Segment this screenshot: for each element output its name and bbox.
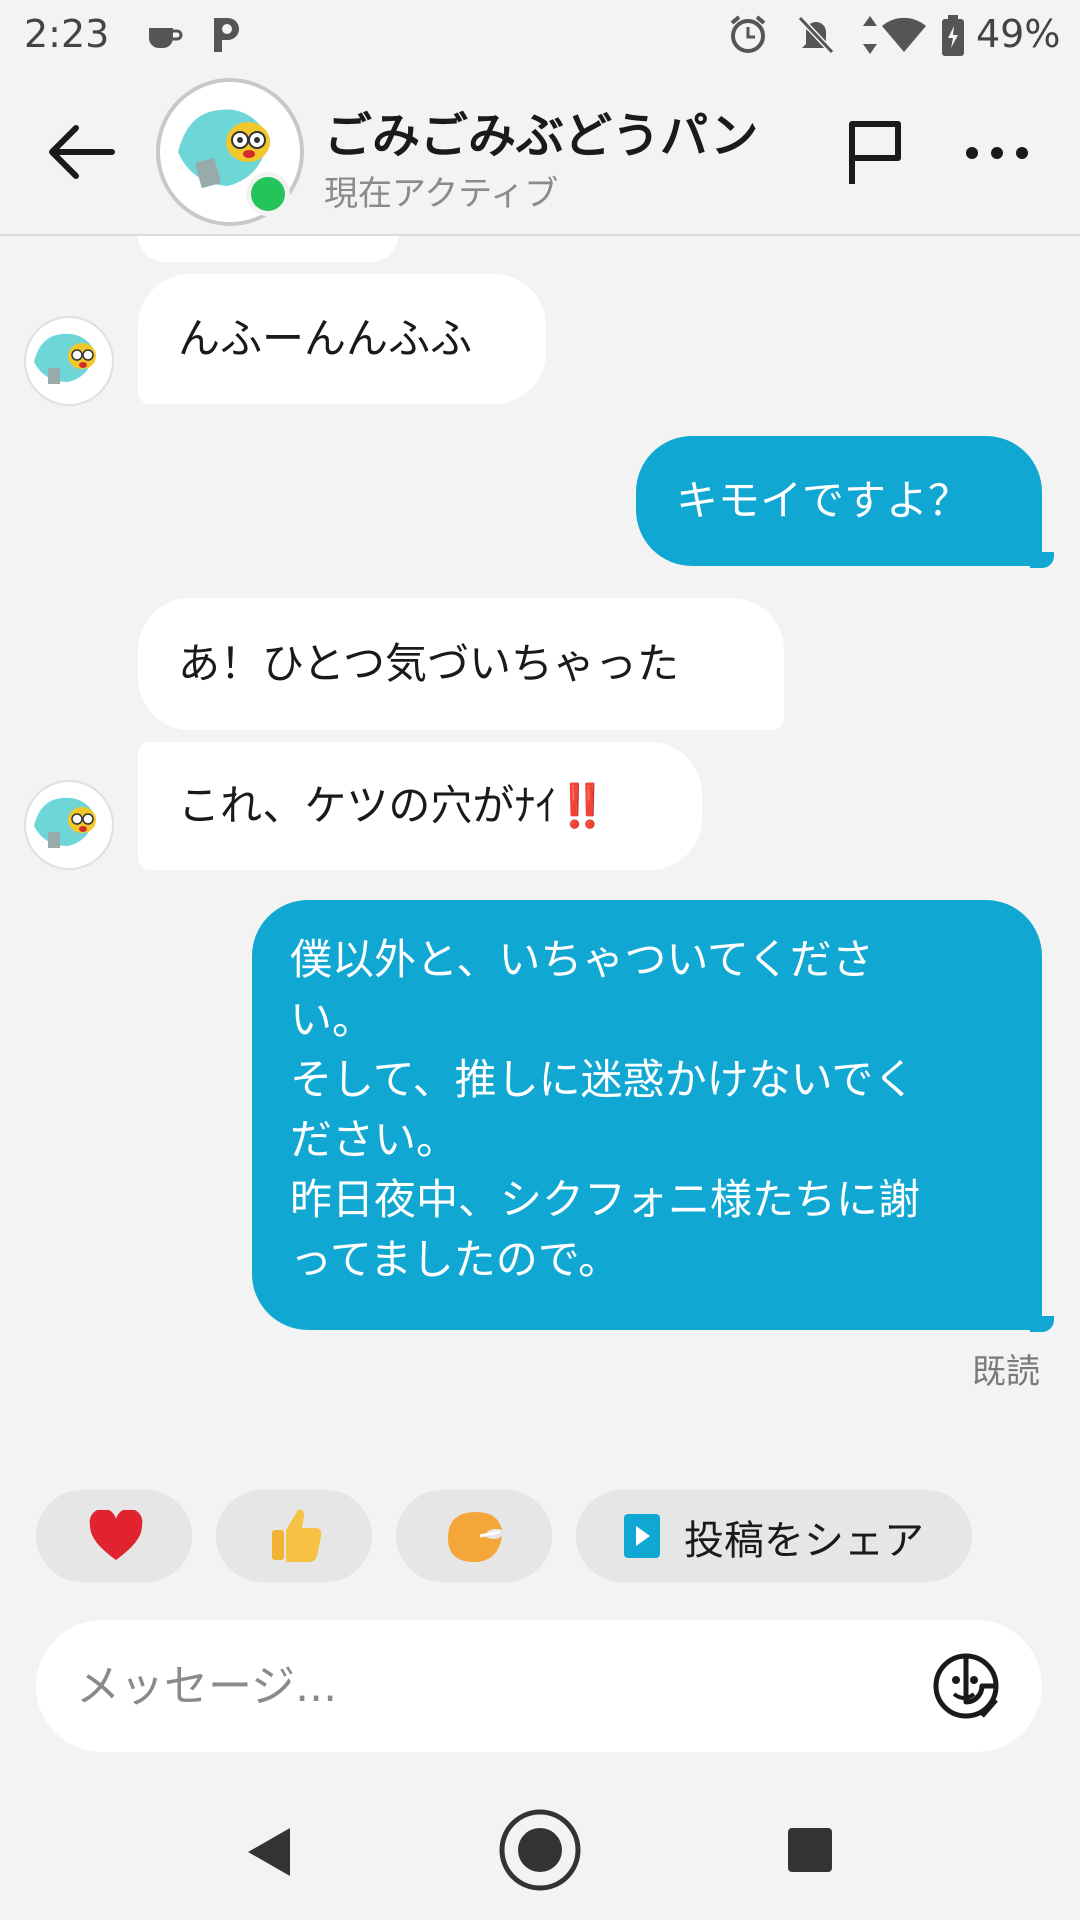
contact-name[interactable]: ごみごみぶどうパン <box>324 96 758 166</box>
message-line: ださい。 <box>290 1115 459 1164</box>
bubble-tail <box>1030 552 1054 568</box>
message-line: 僕以外と、いちゃついてくださ <box>290 935 874 984</box>
message-bubble-incoming[interactable]: んふーんんふふ <box>138 274 546 404</box>
message-text: んふーんんふふ <box>178 314 473 363</box>
nav-home-icon[interactable] <box>496 1806 584 1894</box>
more-options-icon[interactable] <box>962 138 1032 168</box>
reaction-thumbs-up-button[interactable] <box>216 1490 372 1582</box>
message-line: 昨日夜中、シクフォニ様たちに謝 <box>290 1175 921 1224</box>
battery-icon <box>942 15 964 56</box>
data-arrows-icon <box>863 16 877 54</box>
fortune-cookie-icon <box>448 1512 502 1562</box>
status-time: 2:23 <box>24 12 110 56</box>
message-bubble-incoming[interactable]: あ！ひとつ気づいちゃった <box>138 598 784 730</box>
message-line: そして、推しに迷惑かけないでく <box>290 1055 916 1104</box>
message-text: あ！ひとつ気づいちゃった <box>178 639 680 688</box>
back-arrow-icon[interactable] <box>46 122 116 182</box>
battery-percent: 49% <box>976 12 1061 56</box>
message-line: ってましたので。 <box>290 1235 621 1284</box>
share-post-icon <box>624 1514 660 1558</box>
contact-status: 現在アクティブ <box>324 174 559 214</box>
wifi-icon <box>882 17 926 52</box>
read-receipt: 既読 <box>972 1352 1040 1392</box>
reaction-fortune-cookie-button[interactable] <box>396 1490 552 1582</box>
sender-avatar[interactable] <box>24 780 114 870</box>
message-line: い。 <box>290 995 375 1044</box>
bubble-tail <box>1030 1316 1054 1332</box>
message-text: キモイですよ？ <box>676 476 971 525</box>
message-input[interactable] <box>36 1620 1042 1752</box>
nav-recents-icon[interactable] <box>786 1826 834 1874</box>
system-nav-bar <box>0 1790 1080 1920</box>
avatar-illustration-icon <box>34 797 96 848</box>
coffee-icon <box>149 28 183 48</box>
share-post-label: 投稿をシェア <box>684 1518 924 1564</box>
sender-avatar[interactable] <box>24 316 114 406</box>
online-indicator <box>246 172 290 216</box>
avatar-illustration-icon <box>34 333 96 384</box>
chat-header: ごみごみぶどうパン 現在アクティブ <box>0 74 1080 236</box>
message-bubble-incoming[interactable]: これ、ケツの穴がﾅｲ‼️ <box>138 742 702 870</box>
message-bubble-outgoing[interactable]: キモイですよ？ <box>636 436 1042 566</box>
thumbs-up-icon <box>272 1509 322 1562</box>
heart-icon <box>89 1510 143 1560</box>
status-bar: 2:23 49% <box>0 0 1080 74</box>
message-text: これ、ケツの穴がﾅｲ‼️ <box>178 781 609 830</box>
message-bubble-partial <box>138 236 398 262</box>
bell-off-icon <box>797 15 835 55</box>
reaction-heart-button[interactable] <box>36 1490 192 1582</box>
flag-icon[interactable] <box>842 118 908 188</box>
p-app-icon <box>214 18 239 52</box>
nav-back-icon[interactable] <box>244 1824 294 1880</box>
sticker-icon[interactable] <box>932 1652 1000 1720</box>
message-bubble-outgoing[interactable]: 僕以外と、いちゃついてくださ い。 そして、推しに迷惑かけないでく ださい。 昨… <box>252 900 1042 1330</box>
alarm-icon <box>730 15 766 53</box>
